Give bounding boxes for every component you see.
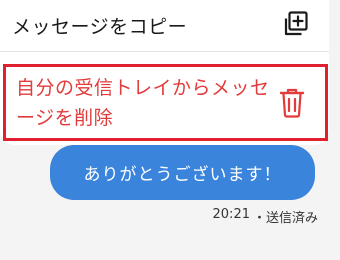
message-text: ありがとうございます！ [83, 165, 282, 185]
message-time: 20:21 [212, 207, 250, 222]
copy-message-label: メッセージをコピー [12, 16, 188, 38]
copy-message-menu-item[interactable]: メッセージをコピー [0, 0, 329, 52]
message-status: ・送信済み [252, 211, 318, 226]
delete-message-label: 自分の受信トレイからメッセージを削除 [16, 76, 270, 129]
sent-message-bubble[interactable]: ありがとうございます！ [50, 145, 315, 200]
copy-icon [284, 11, 308, 36]
message-meta: 20:21 ・送信済み [213, 207, 318, 226]
message-context-menu: メッセージをコピー 自分の受信トレイからメッセージを削除 [0, 0, 329, 145]
delete-message-menu-item[interactable]: 自分の受信トレイからメッセージを削除 [3, 64, 328, 141]
trash-icon [279, 88, 305, 118]
